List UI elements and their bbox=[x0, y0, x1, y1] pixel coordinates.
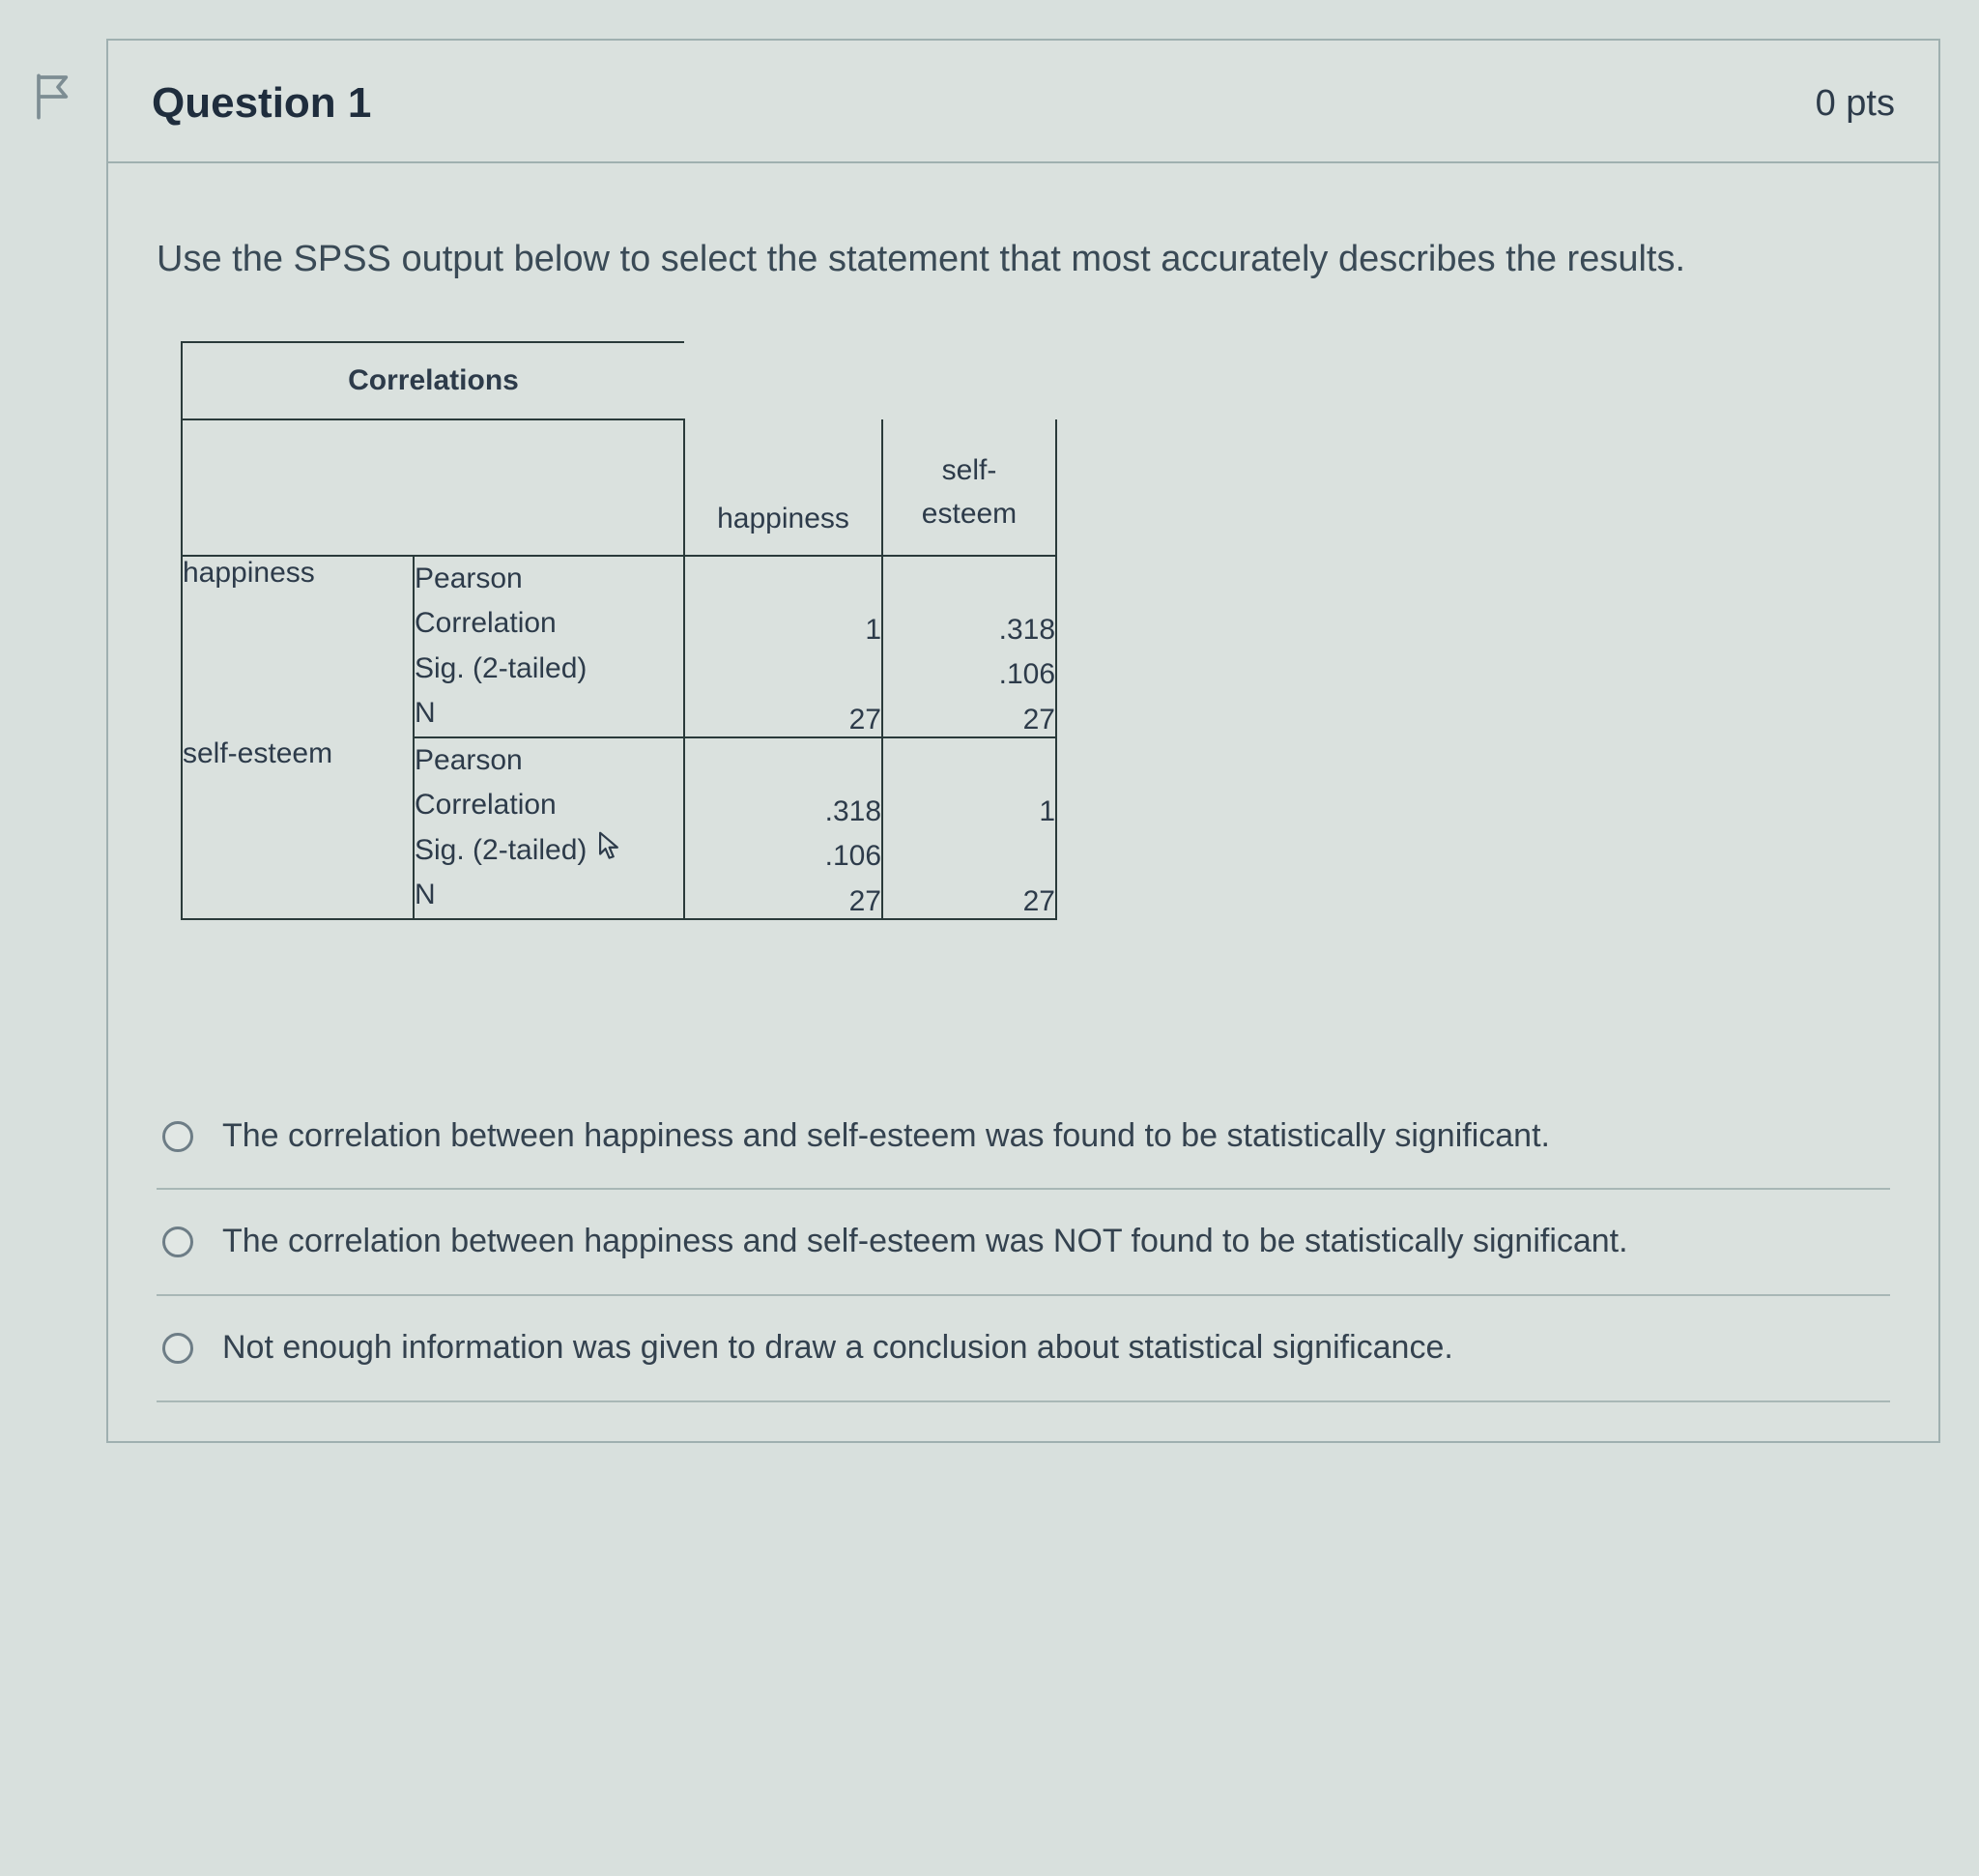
row-var-self-esteem: self-esteem bbox=[182, 737, 414, 919]
col-header-self-line1: self- bbox=[942, 454, 997, 486]
val-happ-n-1: 27 bbox=[684, 691, 882, 737]
cursor-icon bbox=[597, 828, 624, 874]
col-header-self-line2: esteem bbox=[922, 498, 1017, 530]
radio-icon[interactable] bbox=[162, 1227, 193, 1257]
question-points: 0 pts bbox=[1816, 83, 1895, 125]
val-happ-n-2: 27 bbox=[882, 691, 1056, 737]
col-header-happiness: happiness bbox=[684, 419, 882, 556]
col-header-self-esteem: self- esteem bbox=[882, 419, 1056, 556]
val-happ-sig-1 bbox=[684, 647, 882, 692]
flag-outline-icon[interactable] bbox=[34, 72, 72, 121]
question-title: Question 1 bbox=[152, 79, 371, 128]
val-self-pearson-1: .318 bbox=[684, 737, 882, 828]
answer-option-3[interactable]: Not enough information was given to draw… bbox=[157, 1296, 1890, 1402]
answer-option-2[interactable]: The correlation between happiness and se… bbox=[157, 1190, 1890, 1296]
val-self-sig-2 bbox=[882, 828, 1056, 874]
answer-text-2: The correlation between happiness and se… bbox=[222, 1219, 1628, 1265]
spss-title: Correlations bbox=[182, 342, 684, 419]
val-self-pearson-2: 1 bbox=[882, 737, 1056, 828]
val-self-n-1: 27 bbox=[684, 873, 882, 919]
radio-icon[interactable] bbox=[162, 1121, 193, 1152]
val-happ-pearson-1: 1 bbox=[684, 556, 882, 647]
spss-correlations-table: Correlations happiness self- esteem happ… bbox=[181, 341, 1057, 920]
answer-list: The correlation between happiness and se… bbox=[157, 1084, 1890, 1402]
stat-n-happiness: N bbox=[414, 691, 684, 737]
val-happ-sig-2: .106 bbox=[882, 647, 1056, 692]
stat-sig-happiness: Sig. (2-tailed) bbox=[414, 647, 684, 692]
radio-icon[interactable] bbox=[162, 1333, 193, 1364]
question-header: Question 1 0 pts bbox=[108, 41, 1938, 163]
question-body: Use the SPSS output below to select the … bbox=[108, 163, 1938, 1441]
val-self-n-2: 27 bbox=[882, 873, 1056, 919]
stat-n-self: N bbox=[414, 873, 684, 919]
answer-text-3: Not enough information was given to draw… bbox=[222, 1325, 1453, 1371]
val-self-sig-1: .106 bbox=[684, 828, 882, 874]
val-happ-pearson-2: .318 bbox=[882, 556, 1056, 647]
question-prompt: Use the SPSS output below to select the … bbox=[157, 231, 1890, 288]
answer-option-1[interactable]: The correlation between happiness and se… bbox=[157, 1084, 1890, 1191]
stat-pearson-self: Pearson Correlation bbox=[414, 737, 684, 828]
row-var-happiness: happiness bbox=[182, 556, 414, 737]
answer-text-1: The correlation between happiness and se… bbox=[222, 1113, 1550, 1160]
question-card: Question 1 0 pts Use the SPSS output bel… bbox=[106, 39, 1940, 1443]
stat-pearson-happiness: Pearson Correlation bbox=[414, 556, 684, 647]
stat-sig-self: Sig. (2-tailed) bbox=[414, 828, 684, 874]
